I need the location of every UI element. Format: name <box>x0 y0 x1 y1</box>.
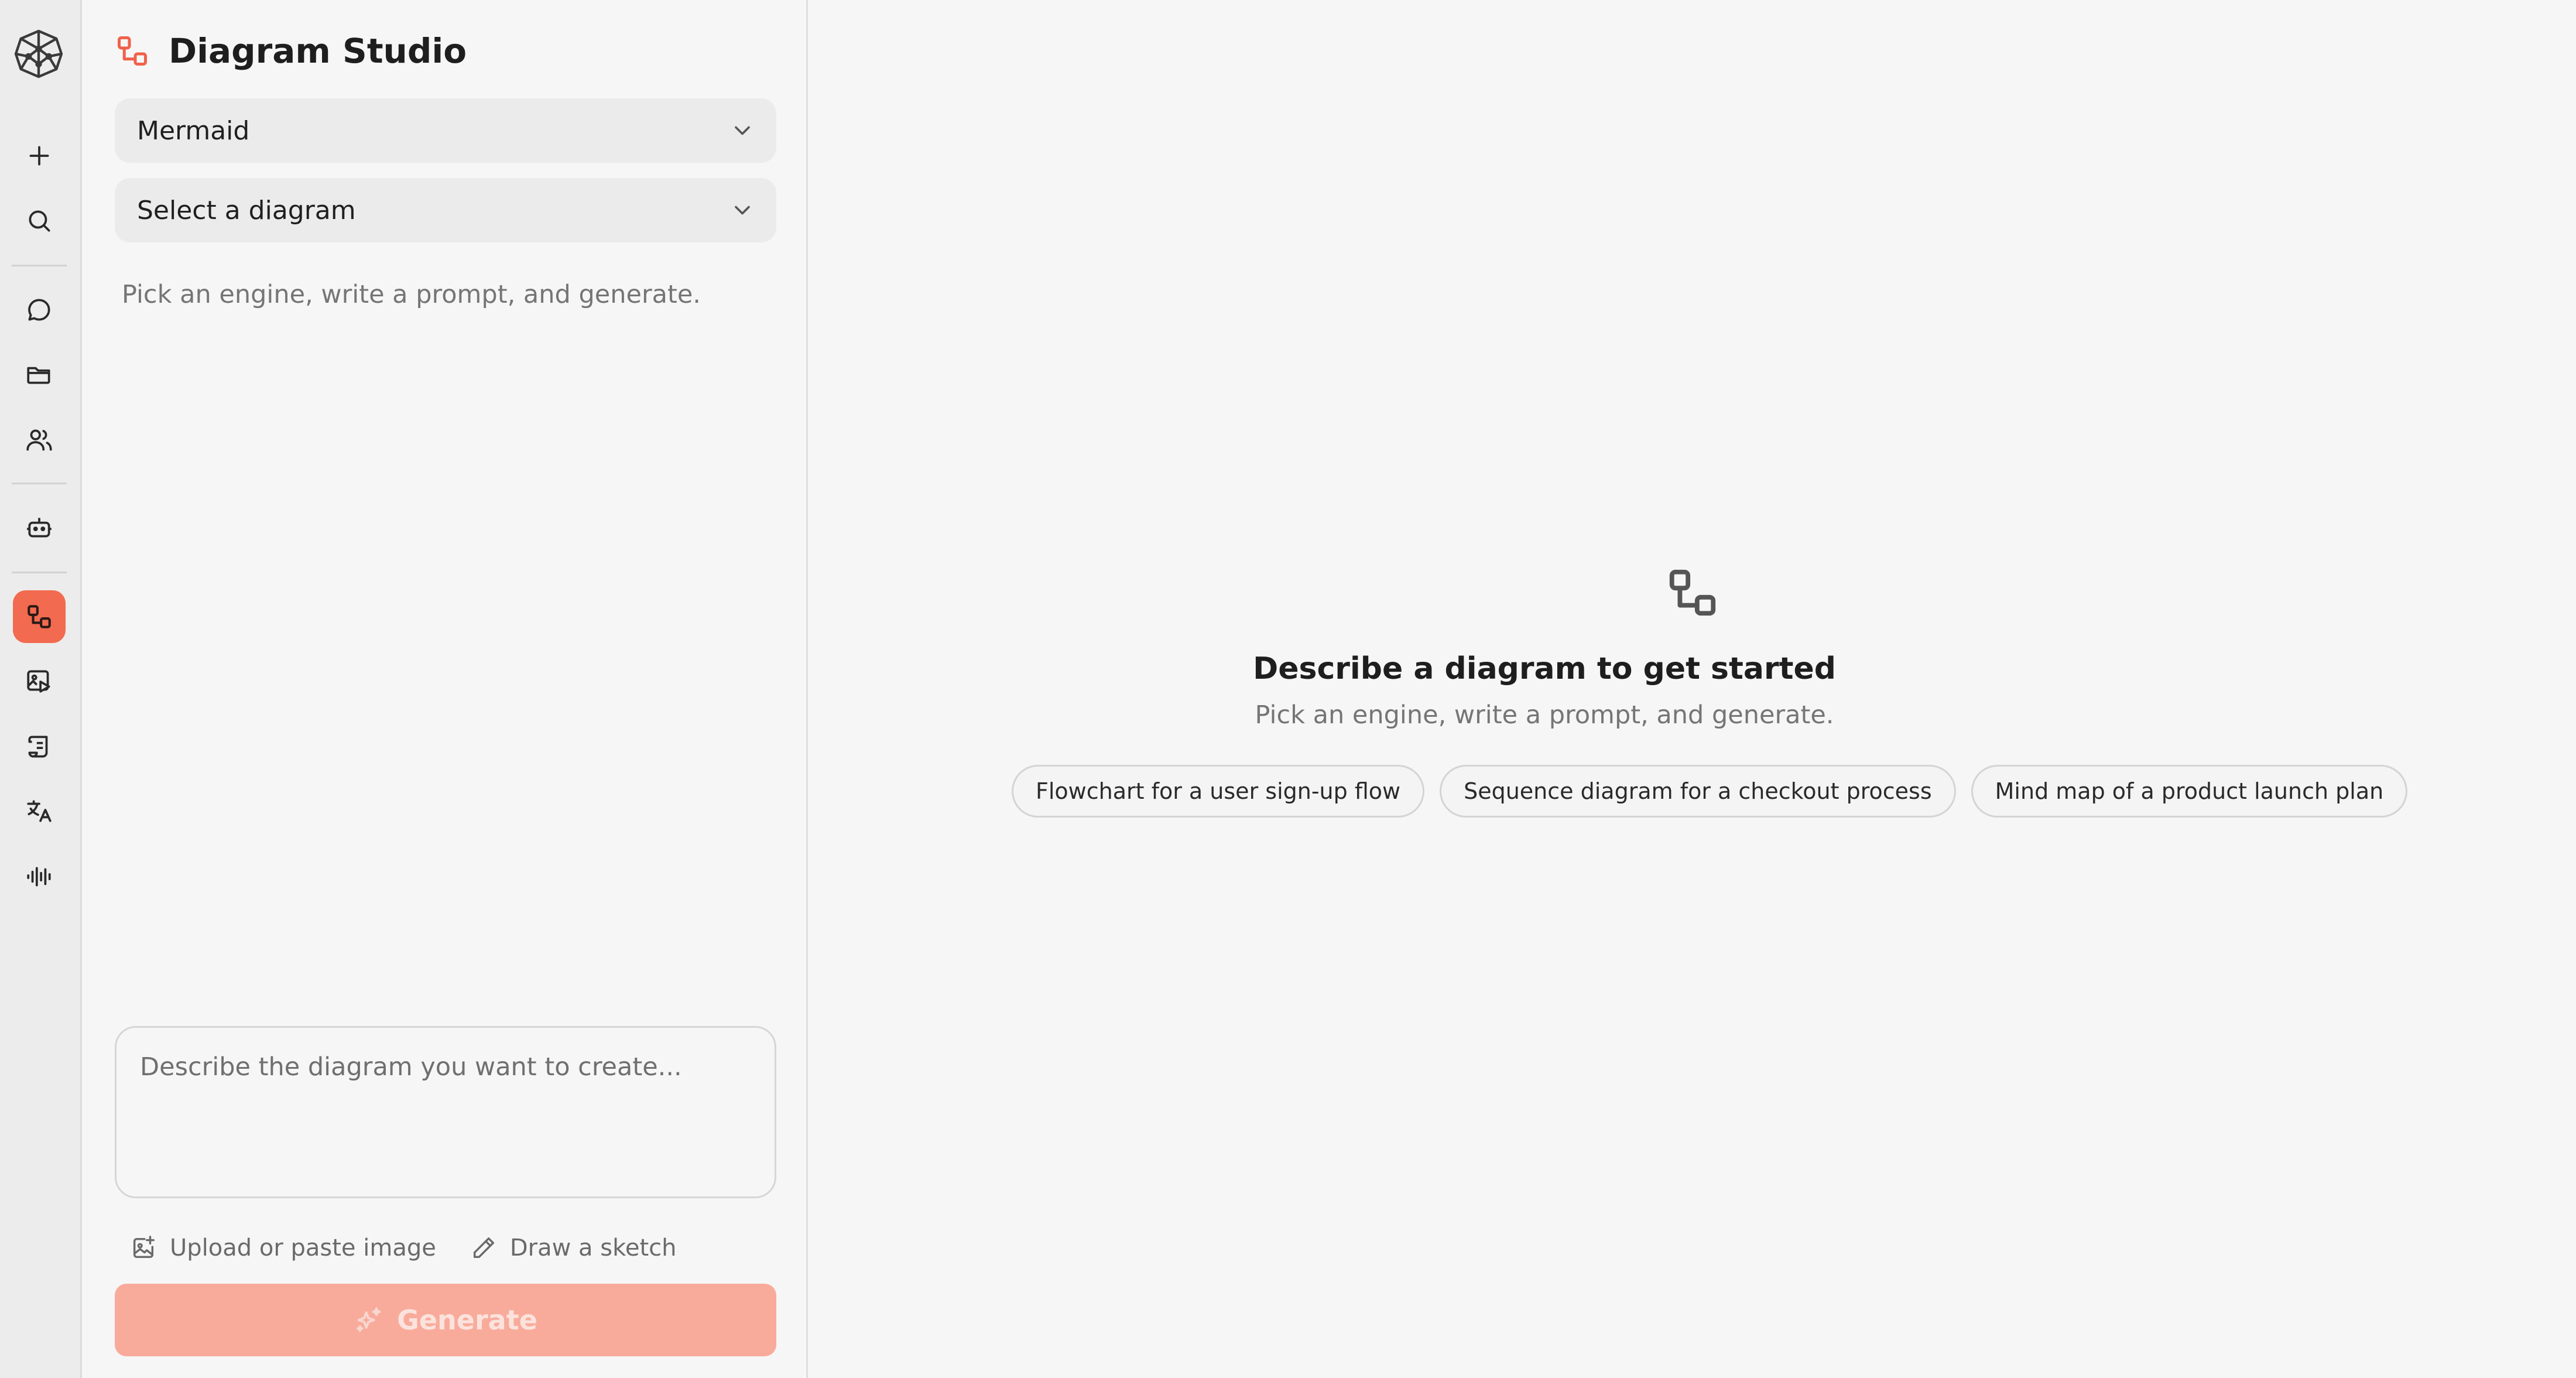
upload-image-label: Upload or paste image <box>170 1235 436 1261</box>
image-video-button[interactable] <box>13 655 66 707</box>
folder-icon <box>27 367 50 384</box>
icon-rail <box>0 0 82 1378</box>
chevron-down-icon <box>735 126 750 135</box>
engine-select[interactable]: Mermaid <box>115 98 776 163</box>
waveform-icon <box>27 867 51 887</box>
suggestion-chip[interactable]: Mind map of a product launch plan <box>1971 765 2408 818</box>
suggestion-chip[interactable]: Flowchart for a user sign-up flow <box>1012 765 1425 818</box>
sparkles-icon <box>357 1307 381 1332</box>
diagram-control-panel: Diagram Studio Mermaid Select a diagram … <box>82 0 808 1378</box>
chevron-down-icon <box>735 206 750 215</box>
prompt-input[interactable] <box>115 1026 776 1198</box>
scroll-icon <box>28 736 48 758</box>
translate-button[interactable] <box>13 785 66 837</box>
diagram-select-value: Select a diagram <box>137 195 356 225</box>
prompt-actions: Upload or paste image Draw a sketch <box>130 1230 676 1266</box>
suggestion-chips: Flowchart for a user sign-up flow Sequen… <box>1012 765 2408 818</box>
image-add-icon <box>133 1236 155 1259</box>
new-button[interactable] <box>13 129 66 182</box>
upload-image-button[interactable]: Upload or paste image <box>130 1235 436 1261</box>
chat-button[interactable] <box>13 283 66 336</box>
image-play-icon <box>27 670 50 693</box>
brain-logo-icon[interactable] <box>8 23 69 84</box>
diagram-studio-button[interactable] <box>13 590 66 643</box>
diagram-icon <box>28 605 51 628</box>
rail-divider <box>12 265 67 266</box>
panel-title: Diagram Studio <box>169 31 467 71</box>
search-button[interactable] <box>13 194 66 247</box>
pencil-icon <box>473 1237 494 1259</box>
diagram-canvas: Describe a diagram to get started Pick a… <box>810 0 2576 1378</box>
generate-button[interactable]: Generate <box>115 1284 776 1356</box>
app-window: Diagram Studio Mermaid Select a diagram … <box>0 0 2576 1378</box>
audio-button[interactable] <box>13 850 66 903</box>
translate-icon <box>27 800 52 822</box>
panel-header: Diagram Studio <box>115 25 467 77</box>
rail-divider <box>12 483 67 484</box>
diagram-icon <box>1669 569 1716 616</box>
search-icon <box>29 210 50 232</box>
team-button[interactable] <box>13 413 66 466</box>
empty-state-subtitle: Pick an engine, write a prompt, and gene… <box>1255 700 1834 730</box>
users-icon <box>26 429 52 451</box>
panel-hint: Pick an engine, write a prompt, and gene… <box>122 280 701 309</box>
generate-label: Generate <box>397 1304 537 1336</box>
suggestion-chip[interactable]: Sequence diagram for a checkout process <box>1440 765 1956 818</box>
draw-sketch-button[interactable]: Draw a sketch <box>470 1235 677 1261</box>
files-button[interactable] <box>13 348 66 401</box>
scripts-button[interactable] <box>13 720 66 773</box>
chat-bubble-icon <box>28 299 50 321</box>
diagram-icon <box>118 36 147 66</box>
engine-select-value: Mermaid <box>137 115 250 146</box>
draw-sketch-label: Draw a sketch <box>509 1235 677 1261</box>
plus-icon <box>29 146 49 166</box>
diagram-type-select[interactable]: Select a diagram <box>115 178 776 242</box>
empty-state-title: Describe a diagram to get started <box>1253 651 1836 686</box>
robot-icon <box>27 518 52 538</box>
rail-divider <box>12 572 67 573</box>
bot-button[interactable] <box>13 501 66 554</box>
